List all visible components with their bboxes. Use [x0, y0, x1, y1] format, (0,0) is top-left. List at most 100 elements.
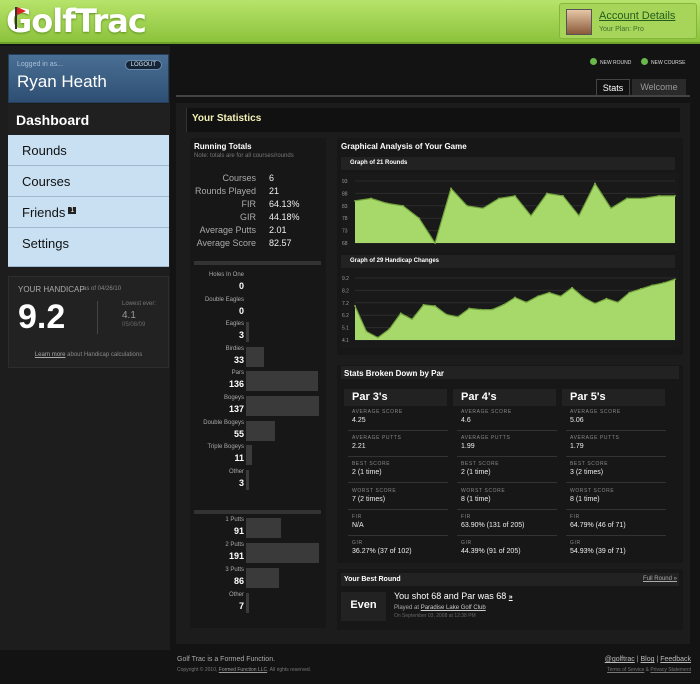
footer-copyright: Copyright © 2010, Formed Function LLC. A… [177, 667, 312, 673]
totals-label: Courses [222, 173, 256, 183]
nav-item-friends[interactable]: Friends 1 [8, 197, 169, 228]
tab-stats[interactable]: Stats [596, 79, 630, 95]
stat-value: 7 [238, 601, 244, 611]
stat-bar [246, 396, 319, 416]
learn-more-link[interactable]: Learn more [35, 352, 66, 358]
data-point [354, 305, 356, 307]
y-tick-label: 83 [342, 204, 348, 210]
data-point [674, 194, 676, 197]
par-stat-label: AVERAGE SCORE [461, 409, 512, 415]
divider [566, 456, 666, 458]
data-point [498, 197, 500, 200]
stat-bar [246, 543, 319, 563]
privacy-link[interactable]: Privacy Statement [650, 667, 691, 673]
stat-bar [246, 420, 275, 441]
par-stat-label: WORST SCORE [461, 487, 506, 494]
footer-legal: Terms of Service & Privacy Statement [607, 667, 691, 673]
nav-item-settings[interactable]: Settings [8, 228, 169, 267]
totals-value: 44.18% [269, 212, 300, 222]
data-point [546, 192, 548, 195]
stat-bar [246, 346, 264, 367]
totals-row: GIR 44.18% [194, 212, 322, 224]
stat-label: Triple Bogeys [207, 444, 244, 451]
nav-item-label: Settings [22, 236, 69, 251]
page: { "header": {"logo": "GolfTrac", "accoun… [0, 0, 700, 684]
new-round-button[interactable]: NEW ROUND [590, 58, 631, 66]
data-point [434, 242, 436, 244]
data-point [450, 187, 452, 190]
totals-row: Average Score 82.57 [194, 238, 322, 250]
flag-icon [15, 7, 26, 29]
user-name: Ryan Heath [17, 72, 107, 91]
stat-row: Other 7 [190, 592, 326, 614]
data-point [370, 197, 372, 200]
terms-link[interactable]: Terms of Service [607, 667, 644, 673]
stat-bar [246, 322, 249, 343]
totals-row: Courses 6 [194, 173, 322, 185]
par-stat-label: AVERAGE PUTTS [570, 435, 620, 442]
stat-value: 3 [238, 330, 244, 341]
stat-value: 0 [238, 281, 244, 291]
feedback-link[interactable]: Feedback [660, 656, 691, 663]
par-stat-value: 63.90% (131 of 205) [461, 521, 525, 529]
divider [348, 508, 448, 510]
data-point [354, 199, 356, 202]
par-heading: Par 5's [562, 389, 665, 406]
stat-bar [246, 371, 318, 392]
best-round-link[interactable]: » [509, 594, 513, 601]
plus-icon [590, 58, 597, 65]
blog-link[interactable]: Blog [641, 656, 655, 663]
company-link[interactable]: Formed Function LLC [219, 667, 267, 673]
stat-row: Pars 136 [190, 370, 326, 392]
y-tick-label: 93 [342, 179, 348, 185]
totals-value: 21 [269, 186, 280, 196]
par-stat-label: AVERAGE PUTTS [352, 435, 402, 442]
full-round-link[interactable]: Full Round » [643, 576, 677, 582]
data-point [456, 316, 459, 318]
data-point [610, 207, 612, 210]
running-totals-title: Running Totals [194, 142, 252, 151]
nav-item-courses[interactable]: Courses [8, 166, 169, 197]
avatar[interactable] [566, 9, 592, 35]
data-point [445, 313, 448, 316]
par-stat-label: WORST SCORE [570, 487, 615, 494]
par-stat-label: GIR [461, 540, 472, 546]
data-point [376, 336, 379, 339]
y-tick-label: 5.1 [342, 326, 349, 332]
logout-button[interactable]: LOGOUT [124, 60, 162, 70]
divider [348, 534, 448, 536]
totals-label: FIR [241, 199, 257, 209]
stat-bar [246, 518, 281, 538]
data-point [571, 286, 574, 289]
stat-label: Double Eagles [204, 296, 244, 303]
stat-label: 2 Putts [225, 542, 244, 548]
tab-welcome[interactable]: Welcome [632, 79, 686, 95]
par-stat-value: 44.39% (91 of 205) [461, 548, 521, 555]
data-point [594, 302, 596, 305]
account-details-link[interactable]: Account Details [599, 10, 675, 22]
y-tick-label: 9.2 [342, 276, 349, 282]
nav-item-dashboard[interactable]: Dashboard [8, 104, 170, 135]
data-point [399, 312, 402, 315]
stat-label: 1 Putts [225, 517, 244, 523]
data-point [402, 204, 404, 207]
totals-value: 64.13% [269, 199, 300, 209]
data-point [582, 296, 585, 299]
twitter-link[interactable]: @golftrac [605, 656, 635, 663]
lowest-value: 4.1 [122, 310, 136, 321]
logo[interactable]: GolfTrac [6, 2, 147, 40]
nav-item-rounds[interactable]: Rounds [8, 135, 169, 166]
par-stat-label: BEST SCORE [570, 461, 609, 468]
stat-bar [246, 568, 279, 588]
friends-badge: 1 [68, 206, 77, 214]
stat-value: 91 [233, 526, 244, 536]
totals-row: FIR 64.13% [194, 199, 322, 211]
par-stat-label: BEST SCORE [352, 461, 391, 468]
stat-row: 2 Putts 191 [190, 542, 326, 564]
stat-value: 11 [234, 453, 244, 464]
course-link[interactable]: Paradise Lake Golf Club [421, 605, 486, 611]
totals-row: Rounds Played 21 [194, 186, 322, 198]
new-course-button[interactable]: NEW COURSE [641, 58, 685, 66]
par-stat-value: 8 (1 time) [570, 495, 600, 503]
y-tick-label: 6.2 [342, 313, 349, 319]
